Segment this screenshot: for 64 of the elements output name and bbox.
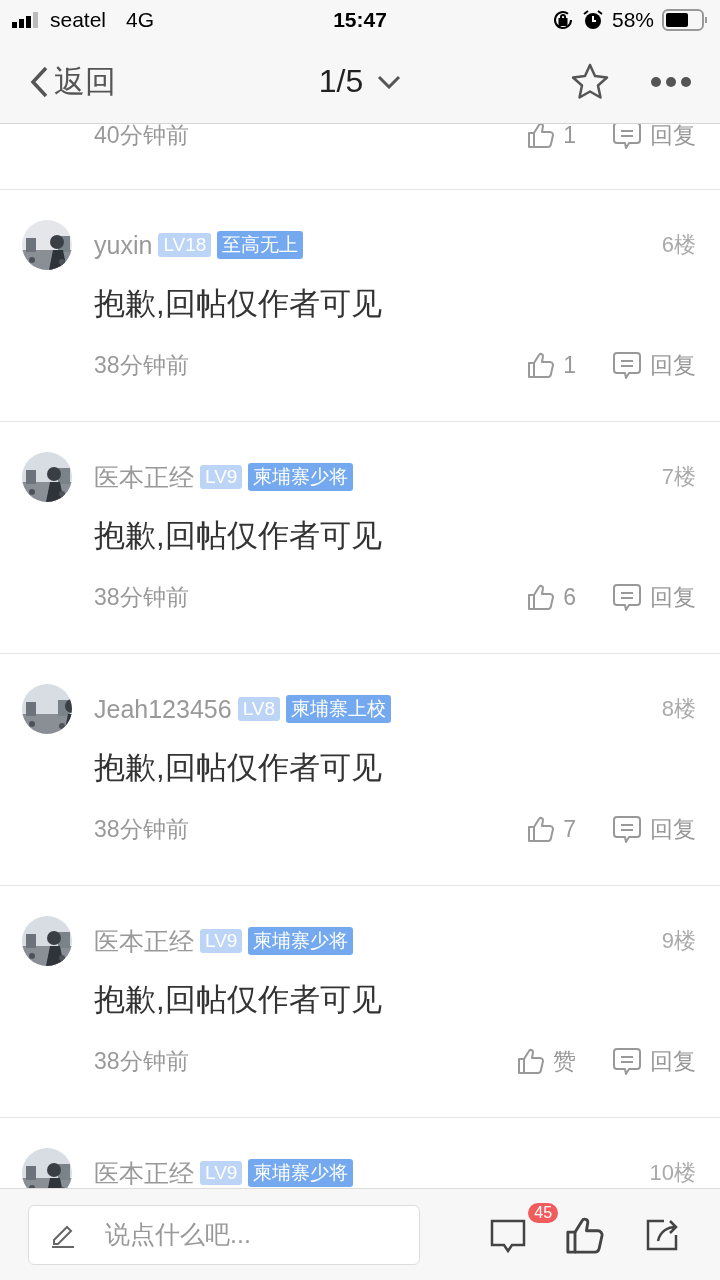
post-text: 抱歉,回帖仅作者可见: [94, 749, 383, 787]
thumb-up-icon: [527, 124, 556, 149]
like-button[interactable]: 赞: [517, 1045, 576, 1077]
more-icon[interactable]: [650, 75, 692, 88]
carrier: seatel: [50, 8, 107, 32]
chevron-down-icon: [377, 74, 402, 89]
comment-icon: [612, 350, 642, 380]
post-text: 抱歉,回帖仅作者可见: [94, 517, 383, 555]
post-time: 40分钟前: [94, 124, 190, 150]
username[interactable]: 医本正经: [94, 924, 194, 958]
rank-badge: 柬埔寨少将: [248, 463, 354, 491]
clock: 15:47: [333, 8, 387, 32]
thumb-up-icon: [527, 815, 556, 843]
comment-icon: [612, 1046, 642, 1076]
thumb-up-icon: [527, 351, 556, 379]
post-time: 38分钟前: [94, 814, 190, 844]
reply-button[interactable]: 回复: [612, 349, 696, 381]
like-button[interactable]: 1: [527, 124, 576, 149]
rank-badge: 至高无上: [217, 231, 304, 259]
floor-number: 7楼: [661, 463, 696, 491]
thumb-up-icon: [517, 1047, 545, 1075]
page-selector[interactable]: 1/5: [318, 63, 402, 100]
level-badge: LV8: [237, 697, 281, 721]
rank-badge: 柬埔寨少将: [248, 1159, 354, 1187]
count-badge: 45: [528, 1202, 559, 1223]
back-chevron-icon: [28, 64, 50, 99]
reply-button[interactable]: 回复: [612, 813, 696, 845]
floor-number: 6楼: [661, 231, 696, 259]
username[interactable]: 医本正经: [94, 460, 194, 494]
back-button[interactable]: 返回: [28, 60, 116, 103]
floor-number: 9楼: [661, 927, 696, 955]
username[interactable]: yuxin: [94, 230, 153, 260]
like-button[interactable]: 1: [527, 351, 576, 379]
reply-button[interactable]: 回复: [612, 1045, 696, 1077]
floor-number: 8楼: [661, 695, 696, 723]
rotation-lock-icon: [551, 9, 574, 31]
comment-icon: [612, 814, 642, 844]
like-button[interactable]: 6: [527, 583, 576, 611]
post-text: 抱歉,回帖仅作者可见: [94, 981, 383, 1019]
star-icon[interactable]: [570, 61, 610, 102]
level-badge: LV9: [200, 929, 243, 953]
level-badge: LV18: [158, 233, 212, 257]
battery-icon: [662, 9, 708, 31]
comment-field[interactable]: 说点什么吧...: [28, 1204, 420, 1265]
rank-badge: 柬埔寨上校: [286, 695, 392, 723]
comment-icon: [612, 124, 642, 150]
floor-number: 10楼: [649, 1159, 696, 1187]
post-time: 38分钟前: [94, 582, 190, 612]
username[interactable]: Jeah123456: [94, 694, 232, 724]
reply-button[interactable]: 回复: [612, 581, 696, 613]
post-text: 抱歉,回帖仅作者可见: [94, 285, 383, 323]
network-type: 4G: [126, 8, 155, 32]
post-time: 38分钟前: [94, 1046, 190, 1076]
alarm-icon: [581, 9, 604, 31]
comment-icon: [612, 582, 642, 612]
username[interactable]: 医本正经: [94, 1156, 194, 1188]
post-time: 38分钟前: [94, 350, 190, 380]
rank-badge: 柬埔寨少将: [248, 927, 354, 955]
level-badge: LV9: [200, 465, 243, 489]
reply-button[interactable]: 回复: [612, 124, 696, 151]
battery-percent: 58%: [611, 8, 654, 32]
like-button[interactable]: 7: [527, 815, 576, 843]
level-badge: LV9: [200, 1161, 243, 1185]
thumb-up-icon: [527, 583, 556, 611]
